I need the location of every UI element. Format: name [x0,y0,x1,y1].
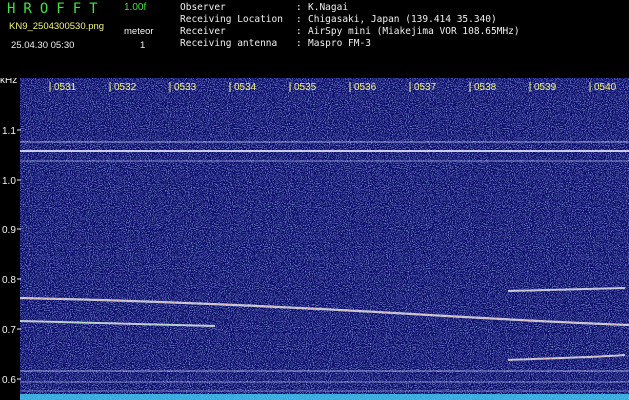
time-label: 0533 [174,82,197,93]
time-label: 0540 [594,82,617,93]
version-label: 1.00f [124,2,147,13]
time-label: 0534 [234,82,257,93]
filename-label: KN9_2504300530.png [9,21,105,32]
y-axis-unit: kHz [0,78,17,86]
time-label: 0532 [114,82,137,93]
y-tick-label: 1.1 [2,126,16,137]
info-separator: : [296,2,302,13]
time-label: 0535 [294,82,317,93]
info-value: K.Nagai [308,2,349,13]
spectrogram-background [20,78,629,400]
info-separator: : [296,26,302,37]
header-panel: HROFFT 1.00f KN9_2504300530.png 25.04.30… [0,0,629,78]
info-key: Observer [180,2,226,13]
info-row-location: Receiving Location: Chigasaki, Japan (139… [180,14,520,26]
spectrogram-canvas: kHz 1.1 1.0 0.9 0.8 0.7 0.6 0531 0532 05… [0,78,629,400]
datetime-label: 25.04.30 05:30 [11,40,75,51]
y-tick-label: 0.8 [2,275,16,286]
spectrogram-plot: kHz 1.1 1.0 0.9 0.8 0.7 0.6 0531 0532 05… [0,78,629,400]
time-label: 0539 [534,82,557,93]
app-title: HROFFT [7,1,106,17]
info-separator: : [296,38,302,49]
y-tick-label: 0.6 [2,375,16,386]
info-separator: : [296,14,302,25]
y-tick-label: 0.9 [2,225,16,236]
meteor-label: meteor [124,26,154,37]
info-value: Maspro FM-3 [308,38,371,49]
info-key: Receiving Location [180,14,283,25]
y-tick-label: 1.0 [2,176,16,187]
time-label: 0538 [474,82,497,93]
info-row-receiver: Receiver: AirSpy mini (Miakejima VOR 108.… [180,26,520,38]
meteor-count: 1 [140,40,146,51]
time-label: 0531 [54,82,77,93]
info-row-antenna: Receiving antenna: Maspro FM-3 [180,38,520,50]
time-label: 0537 [414,82,437,93]
info-value: Chigasaki, Japan (139.414 35.340) [308,14,497,25]
y-tick-label: 0.7 [2,325,16,336]
time-label: 0536 [354,82,377,93]
info-row-observer: Observer: K.Nagai [180,2,520,14]
intensity-strip [20,394,629,400]
info-key: Receiving antenna [180,38,278,49]
info-value: AirSpy mini (Miakejima VOR 108.65MHz) [308,26,520,37]
info-table: Observer: K.Nagai Receiving Location: Chig… [180,2,520,50]
info-key: Receiver [180,26,226,37]
